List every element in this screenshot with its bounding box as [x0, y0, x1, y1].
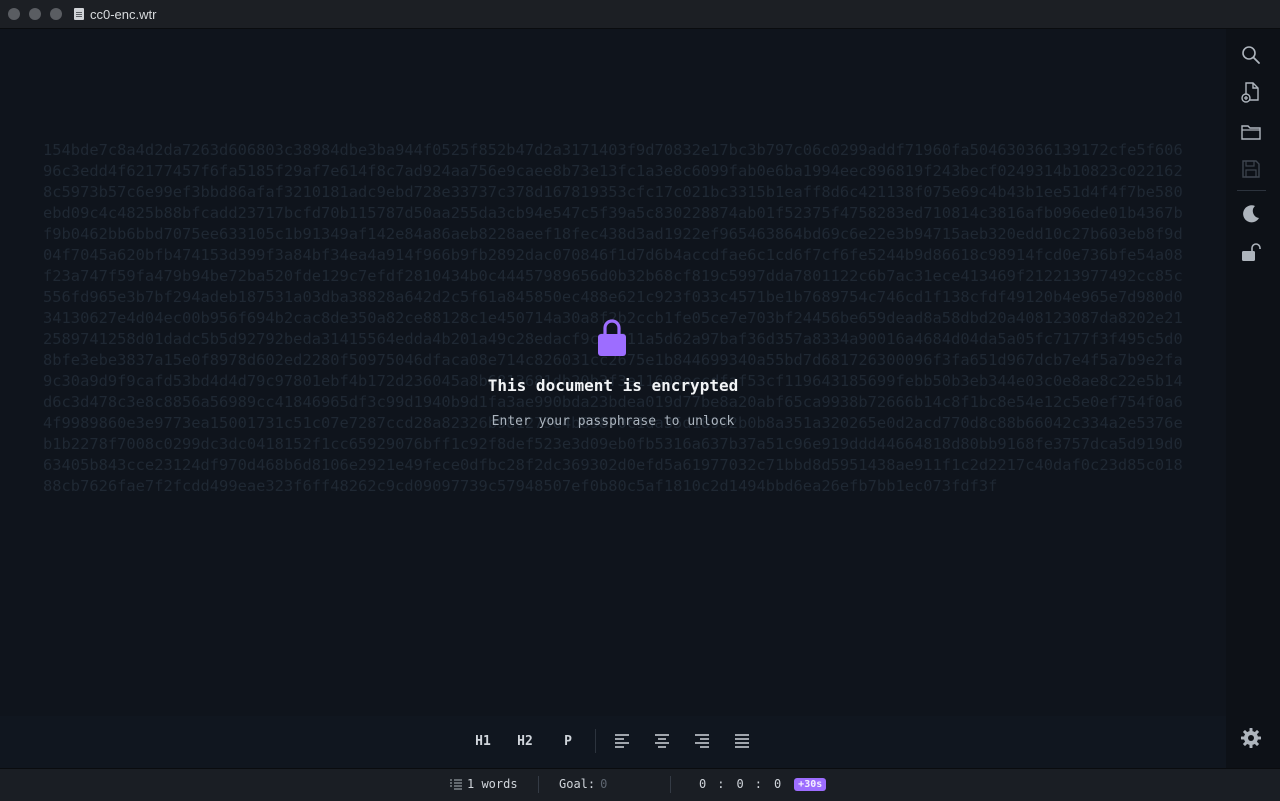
- dark-mode-icon[interactable]: [1240, 203, 1262, 225]
- toolbar-divider: [595, 729, 596, 753]
- encrypted-overlay[interactable]: This document is encrypted Enter your pa…: [0, 29, 1226, 716]
- goal: Goal: 0: [559, 777, 607, 791]
- sidebar-divider: [1237, 190, 1266, 191]
- timer-separator: :: [754, 777, 762, 791]
- word-count: 1 words: [450, 777, 518, 791]
- new-file-icon[interactable]: [1240, 81, 1262, 103]
- window-controls: [8, 8, 62, 20]
- timer-minutes: 0: [736, 777, 744, 791]
- right-sidebar: [1226, 29, 1280, 768]
- encrypted-title: This document is encrypted: [487, 376, 739, 395]
- save-icon[interactable]: [1240, 158, 1262, 180]
- minimize-window-button[interactable]: [29, 8, 41, 20]
- title-bar: cc0-enc.wtr: [0, 0, 1280, 29]
- status-divider: [538, 776, 539, 793]
- maximize-window-button[interactable]: [50, 8, 62, 20]
- settings-gear-icon[interactable]: [1240, 727, 1262, 749]
- unlock-icon[interactable]: [1240, 242, 1262, 264]
- timer-hours: 0: [699, 777, 707, 791]
- status-divider: [670, 776, 671, 793]
- goal-input[interactable]: 0: [600, 777, 607, 791]
- word-count-text: 1 words: [467, 777, 518, 791]
- goal-label: Goal:: [559, 777, 596, 791]
- window-title-text: cc0-enc.wtr: [90, 6, 157, 22]
- close-window-button[interactable]: [8, 8, 20, 20]
- timer-separator: :: [717, 777, 725, 791]
- heading1-button[interactable]: H1: [468, 730, 498, 752]
- search-icon[interactable]: [1240, 44, 1262, 66]
- align-right-icon[interactable]: [694, 731, 710, 751]
- align-justify-icon[interactable]: [734, 731, 750, 751]
- window-title: cc0-enc.wtr: [74, 7, 156, 22]
- encrypted-subtitle: Enter your passphrase to unlock: [491, 414, 735, 429]
- heading2-button[interactable]: H2: [510, 730, 540, 752]
- document-icon: [74, 8, 84, 20]
- status-bar: 1 words Goal: 0 0 : 0 : 0 +30s: [0, 768, 1280, 801]
- open-folder-icon[interactable]: [1240, 121, 1262, 143]
- lock-icon: [598, 319, 626, 356]
- paragraph-button[interactable]: P: [553, 730, 583, 752]
- add-30s-button[interactable]: +30s: [794, 777, 827, 791]
- format-toolbar: H1 H2 P: [0, 716, 1226, 768]
- editor-area: 154bde7c8a4d2da7263d606803c38984dbe3ba94…: [0, 29, 1226, 716]
- word-count-icon: [450, 779, 462, 790]
- align-left-icon[interactable]: [614, 731, 630, 751]
- timer: 0 : 0 : 0 +30s: [699, 777, 827, 791]
- timer-seconds: 0: [773, 777, 782, 791]
- align-center-icon[interactable]: [654, 731, 670, 751]
